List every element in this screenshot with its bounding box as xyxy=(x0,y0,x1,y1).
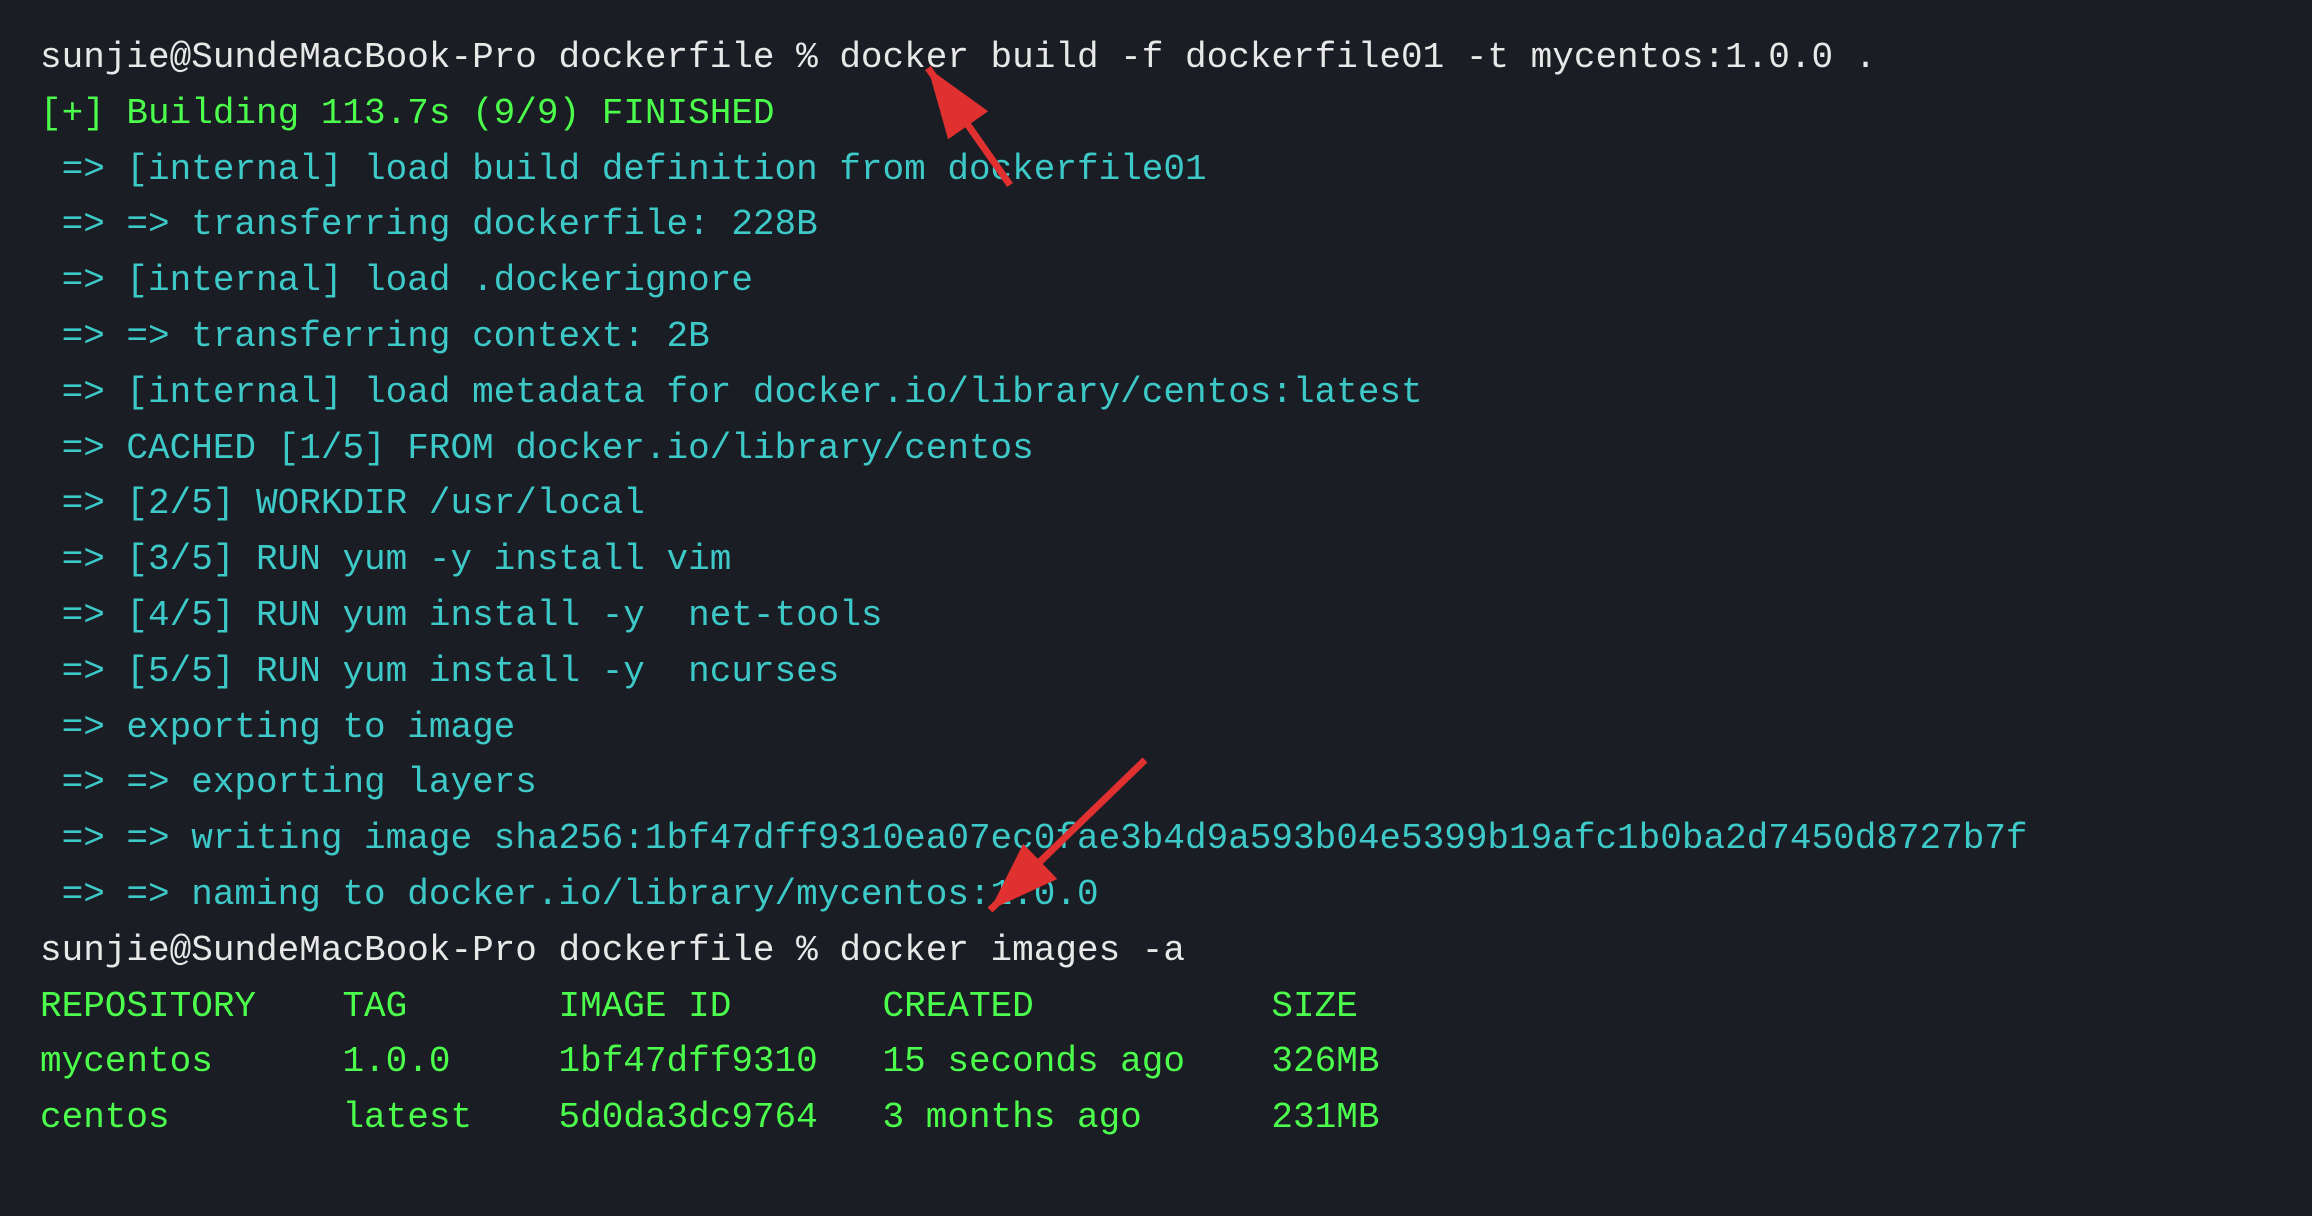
terminal-line-cmd1: sunjie@SundeMacBook-Pro dockerfile % doc… xyxy=(40,30,2272,86)
terminal-line-cmd2: sunjie@SundeMacBook-Pro dockerfile % doc… xyxy=(40,923,2272,979)
terminal-line-step9: => [4/5] RUN yum install -y net-tools xyxy=(40,588,2272,644)
terminal-line-step11: => exporting to image xyxy=(40,700,2272,756)
terminal-line-step3: => [internal] load .dockerignore xyxy=(40,253,2272,309)
terminal-line-step12: => => exporting layers xyxy=(40,755,2272,811)
terminal-line-step5: => [internal] load metadata for docker.i… xyxy=(40,365,2272,421)
terminal-line-building: [+] Building 113.7s (9/9) FINISHED xyxy=(40,86,2272,142)
terminal-line-step7: => [2/5] WORKDIR /usr/local xyxy=(40,476,2272,532)
terminal-line-step1: => [internal] load build definition from… xyxy=(40,142,2272,198)
terminal-line-step14: => => naming to docker.io/library/mycent… xyxy=(40,867,2272,923)
terminal-line-step4: => => transferring context: 2B xyxy=(40,309,2272,365)
terminal-line-header: REPOSITORY TAG IMAGE ID CREATED SIZE xyxy=(40,979,2272,1035)
terminal-line-row1: mycentos 1.0.0 1bf47dff9310 15 seconds a… xyxy=(40,1034,2272,1090)
terminal-line-step13: => => writing image sha256:1bf47dff9310e… xyxy=(40,811,2272,867)
terminal-line-step10: => [5/5] RUN yum install -y ncurses xyxy=(40,644,2272,700)
terminal-line-step8: => [3/5] RUN yum -y install vim xyxy=(40,532,2272,588)
terminal-line-row2: centos latest 5d0da3dc9764 3 months ago … xyxy=(40,1090,2272,1146)
terminal-window: sunjie@SundeMacBook-Pro dockerfile % doc… xyxy=(0,0,2312,1216)
terminal-line-step6: => CACHED [1/5] FROM docker.io/library/c… xyxy=(40,421,2272,477)
terminal-line-step2: => => transferring dockerfile: 228B xyxy=(40,197,2272,253)
